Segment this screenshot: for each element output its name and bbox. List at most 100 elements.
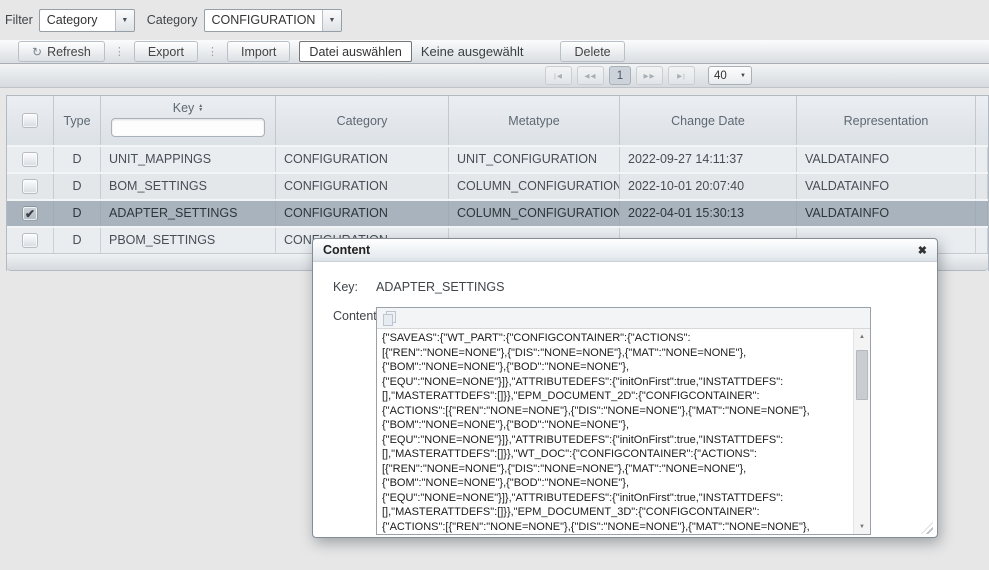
dialog-title: Content bbox=[323, 243, 918, 257]
sort-icon[interactable]: ▲▼ bbox=[198, 104, 203, 112]
paginator-controls: |◀ ◀◀ 1 ▶▶ ▶| 40 ▼ bbox=[545, 66, 752, 85]
refresh-button-label: Refresh bbox=[47, 45, 91, 59]
cell-type: D bbox=[54, 147, 101, 172]
import-button[interactable]: Import bbox=[227, 41, 290, 62]
column-header-type[interactable]: Type bbox=[54, 96, 101, 145]
cell-type: D bbox=[54, 228, 101, 253]
choose-file-button[interactable]: Datei auswählen bbox=[299, 41, 411, 62]
category-label: Category bbox=[147, 13, 198, 27]
chevron-down-icon: ▼ bbox=[740, 73, 746, 79]
category-dropdown[interactable]: CONFIGURATION ▼ bbox=[204, 9, 342, 32]
scroll-up-icon[interactable]: ▲ bbox=[854, 329, 870, 344]
column-header-category[interactable]: Category bbox=[276, 96, 449, 145]
filter-label: Filter bbox=[5, 13, 33, 27]
toolbar-grip-icon: ⋮ bbox=[207, 47, 218, 57]
cell-change-date: 2022-10-01 20:07:40 bbox=[620, 174, 797, 199]
import-button-label: Import bbox=[241, 45, 276, 59]
delete-button[interactable]: Delete bbox=[560, 41, 624, 62]
column-header-key[interactable]: Key ▲▼ bbox=[101, 96, 276, 145]
chevron-down-icon[interactable]: ▼ bbox=[115, 10, 134, 31]
key-field-label: Key: bbox=[333, 278, 376, 294]
checkmark-icon: ✔ bbox=[25, 208, 35, 220]
last-page-icon: ▶| bbox=[677, 72, 686, 80]
column-header-change-date[interactable]: Change Date bbox=[620, 96, 797, 145]
dialog-body: Key: ADAPTER_SETTINGS Content: {"SAVEAS"… bbox=[313, 262, 937, 535]
cell-representation: VALDATAINFO bbox=[797, 201, 976, 226]
delete-button-label: Delete bbox=[574, 45, 610, 59]
scrollbar[interactable]: ▲ ▼ bbox=[853, 329, 870, 534]
close-icon[interactable]: ✖ bbox=[918, 244, 927, 257]
first-page-icon: |◀ bbox=[554, 72, 563, 80]
next-page-icon: ▶▶ bbox=[644, 72, 656, 80]
header-spacer-cell bbox=[976, 96, 988, 145]
file-status-text: Keine ausgewählt bbox=[421, 44, 524, 59]
content-editor: {"SAVEAS":{"WT_PART":{"CONFIGCONTAINER":… bbox=[376, 307, 871, 535]
main-toolbar: ↻ Refresh ⋮ Export ⋮ Import Datei auswäh… bbox=[0, 40, 989, 64]
row-checkbox[interactable] bbox=[22, 152, 38, 167]
row-checkbox[interactable] bbox=[22, 233, 38, 248]
refresh-icon: ↻ bbox=[32, 45, 42, 59]
dialog-header[interactable]: Content ✖ bbox=[313, 239, 937, 262]
row-checkbox[interactable] bbox=[22, 179, 38, 194]
filter-type-dropdown[interactable]: Category ▼ bbox=[39, 9, 135, 32]
select-all-checkbox[interactable] bbox=[22, 113, 38, 128]
cell-type: D bbox=[54, 201, 101, 226]
refresh-button[interactable]: ↻ Refresh bbox=[18, 41, 105, 62]
next-page-button[interactable]: ▶▶ bbox=[636, 66, 663, 85]
chevron-down-icon[interactable]: ▼ bbox=[322, 10, 340, 31]
app-window: Filter Category ▼ Category CONFIGURATION… bbox=[0, 0, 989, 570]
column-header-key-label: Key bbox=[173, 101, 195, 115]
paginator-bar: |◀ ◀◀ 1 ▶▶ ▶| 40 ▼ bbox=[0, 64, 989, 88]
cell-category: CONFIGURATION bbox=[276, 147, 449, 172]
cell-change-date: 2022-09-27 14:11:37 bbox=[620, 147, 797, 172]
cell-key: UNIT_MAPPINGS bbox=[101, 147, 276, 172]
content-dialog: Content ✖ Key: ADAPTER_SETTINGS Content:… bbox=[312, 238, 938, 538]
content-text[interactable]: {"SAVEAS":{"WT_PART":{"CONFIGCONTAINER":… bbox=[377, 329, 853, 534]
table-header: Type Key ▲▼ Category Metatype Change Dat… bbox=[7, 96, 988, 145]
scrollbar-track[interactable] bbox=[854, 344, 870, 519]
row-spacer-cell bbox=[976, 174, 988, 199]
category-value: CONFIGURATION bbox=[205, 13, 323, 27]
cell-change-date: 2022-04-01 15:30:13 bbox=[620, 201, 797, 226]
cell-key: BOM_SETTINGS bbox=[101, 174, 276, 199]
cell-key: ADAPTER_SETTINGS bbox=[101, 201, 276, 226]
key-field-value: ADAPTER_SETTINGS bbox=[376, 278, 505, 294]
cell-representation: VALDATAINFO bbox=[797, 147, 976, 172]
previous-page-button[interactable]: ◀◀ bbox=[577, 66, 604, 85]
last-page-button[interactable]: ▶| bbox=[668, 66, 695, 85]
content-editor-toolbar bbox=[377, 308, 870, 329]
filter-bar: Filter Category ▼ Category CONFIGURATION… bbox=[0, 0, 989, 40]
filter-type-value: Category bbox=[40, 13, 115, 27]
select-all-header-cell bbox=[7, 96, 54, 145]
row-spacer-cell bbox=[976, 228, 988, 253]
cell-type: D bbox=[54, 174, 101, 199]
content-field-label: Content: bbox=[333, 307, 376, 535]
first-page-button[interactable]: |◀ bbox=[545, 66, 572, 85]
column-header-representation[interactable]: Representation bbox=[797, 96, 976, 145]
cell-category: CONFIGURATION bbox=[276, 174, 449, 199]
cell-category: CONFIGURATION bbox=[276, 201, 449, 226]
column-header-metatype[interactable]: Metatype bbox=[449, 96, 620, 145]
choose-file-button-label: Datei auswählen bbox=[309, 45, 401, 59]
key-filter-input[interactable] bbox=[111, 118, 265, 137]
current-page-button[interactable]: 1 bbox=[609, 66, 631, 85]
page-size-value: 40 bbox=[714, 70, 727, 82]
row-checkbox-checked[interactable]: ✔ bbox=[22, 206, 38, 221]
export-button-label: Export bbox=[148, 45, 184, 59]
scroll-down-icon[interactable]: ▼ bbox=[854, 519, 870, 534]
export-button[interactable]: Export bbox=[134, 41, 198, 62]
cell-representation: VALDATAINFO bbox=[797, 174, 976, 199]
scrollbar-thumb[interactable] bbox=[856, 350, 868, 400]
row-spacer-cell bbox=[976, 147, 988, 172]
table-row[interactable]: D UNIT_MAPPINGS CONFIGURATION UNIT_CONFI… bbox=[7, 145, 988, 172]
row-spacer-cell bbox=[976, 201, 988, 226]
cell-metatype: COLUMN_CONFIGURATION bbox=[449, 201, 620, 226]
cell-metatype: UNIT_CONFIGURATION bbox=[449, 147, 620, 172]
copy-icon[interactable] bbox=[382, 311, 396, 325]
previous-page-icon: ◀◀ bbox=[585, 72, 597, 80]
table-row[interactable]: D BOM_SETTINGS CONFIGURATION COLUMN_CONF… bbox=[7, 172, 988, 199]
cell-metatype: COLUMN_CONFIGURATION bbox=[449, 174, 620, 199]
table-row-selected[interactable]: ✔ D ADAPTER_SETTINGS CONFIGURATION COLUM… bbox=[7, 199, 988, 226]
toolbar-grip-icon: ⋮ bbox=[114, 47, 125, 57]
page-size-select[interactable]: 40 ▼ bbox=[708, 66, 752, 85]
